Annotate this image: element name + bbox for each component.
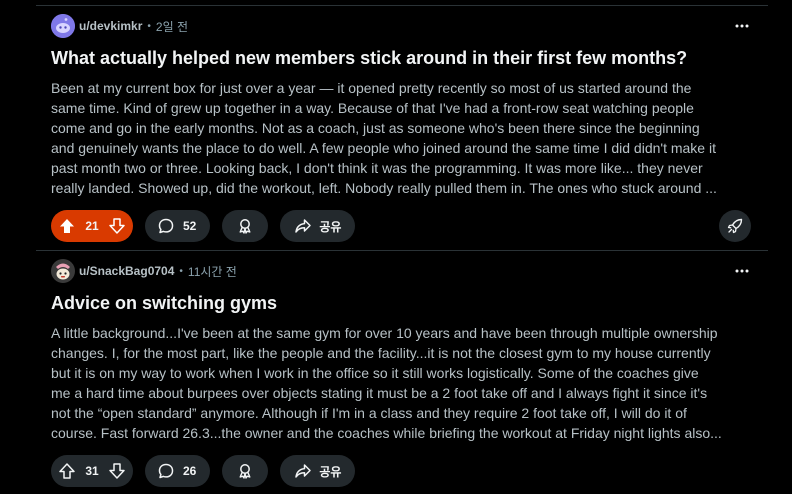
post-title[interactable]: Advice on switching gyms: [51, 291, 751, 315]
crosspost-button[interactable]: [719, 210, 751, 242]
award-icon: [236, 462, 254, 480]
share-label: 공유: [319, 219, 342, 234]
ellipsis-icon: [734, 18, 750, 34]
comment-count: 52: [183, 219, 197, 233]
vote-count: 31: [85, 464, 99, 478]
share-arrow-icon: [294, 462, 312, 480]
meta-separator: •: [179, 265, 183, 277]
downvote-arrow-icon: [108, 217, 126, 235]
post-body-line: same time. Kind of grew up together in a…: [51, 100, 694, 116]
comments-button[interactable]: 52: [145, 210, 211, 242]
award-button[interactable]: [222, 210, 269, 242]
post-title[interactable]: What actually helped new members stick a…: [51, 46, 751, 70]
share-label: 공유: [319, 464, 342, 479]
post-author[interactable]: u/devkimkr: [79, 19, 142, 33]
vote-control: 21: [51, 210, 133, 242]
post-card[interactable]: u/SnackBag0704 • 11시간 전 Advice on switch…: [36, 251, 768, 494]
downvote-button[interactable]: [105, 459, 129, 483]
upvote-button[interactable]: [55, 459, 79, 483]
share-button[interactable]: 공유: [280, 455, 356, 487]
more-options-button[interactable]: [726, 255, 758, 287]
downvote-arrow-icon: [108, 462, 126, 480]
post-card[interactable]: u/devkimkr • 2일 전 What actually helped n…: [36, 6, 768, 250]
post-body-line: me a hard time about burpees over object…: [51, 385, 708, 401]
award-button[interactable]: [222, 455, 269, 487]
post-body-line: but it is on my way to work when I work …: [51, 365, 699, 381]
vote-count: 21: [85, 219, 99, 233]
post-body[interactable]: Been at my current box for just over a y…: [51, 78, 753, 198]
post-action-bar: 31 26 공유: [51, 455, 367, 487]
post-meta: u/SnackBag0704 • 11시간 전: [51, 259, 237, 283]
post-body-line: changes. I, for the most part, like the …: [51, 345, 711, 361]
meta-separator: •: [147, 20, 151, 32]
reddit-snoo-avatar-icon[interactable]: [51, 14, 75, 38]
comments-button[interactable]: 26: [145, 455, 211, 487]
downvote-button[interactable]: [105, 214, 129, 238]
post-author[interactable]: u/SnackBag0704: [79, 264, 174, 278]
upvote-arrow-filled-icon: [58, 217, 76, 235]
post-body-line: not the “open standard” anymore. Althoug…: [51, 405, 687, 421]
share-button[interactable]: 공유: [280, 210, 356, 242]
post-timestamp: 2일 전: [155, 19, 188, 34]
post-body-line: Been at my current box for just over a y…: [51, 80, 692, 96]
comment-count: 26: [183, 464, 197, 478]
post-body-line: course. Fast forward 26.3...the owner an…: [51, 425, 722, 441]
post-body-line: really landed. Showed up, did the workou…: [51, 180, 717, 196]
comment-bubble-icon: [157, 217, 175, 235]
post-meta: u/devkimkr • 2일 전: [51, 14, 188, 38]
post-feed: u/devkimkr • 2일 전 What actually helped n…: [0, 0, 792, 494]
comment-bubble-icon: [157, 462, 175, 480]
ellipsis-icon: [734, 263, 750, 279]
post-action-bar: 21 52 공유: [51, 210, 367, 242]
vote-control: 31: [51, 455, 133, 487]
upvote-arrow-icon: [58, 462, 76, 480]
award-icon: [236, 217, 254, 235]
post-body-line: past month two or three. Looking back, I…: [51, 160, 703, 176]
post-body-line: A little background...I've been at the s…: [51, 325, 718, 341]
post-body-line: come and go in the early months. Not as …: [51, 120, 700, 136]
more-options-button[interactable]: [726, 10, 758, 42]
upvote-button[interactable]: [55, 214, 79, 238]
rocket-icon: [726, 217, 744, 235]
snoo-character-avatar-icon[interactable]: [51, 259, 75, 283]
post-timestamp: 11시간 전: [187, 264, 237, 279]
post-body[interactable]: A little background...I've been at the s…: [51, 323, 753, 443]
share-arrow-icon: [294, 217, 312, 235]
post-body-line: and genuinely wants the place to do well…: [51, 140, 716, 156]
